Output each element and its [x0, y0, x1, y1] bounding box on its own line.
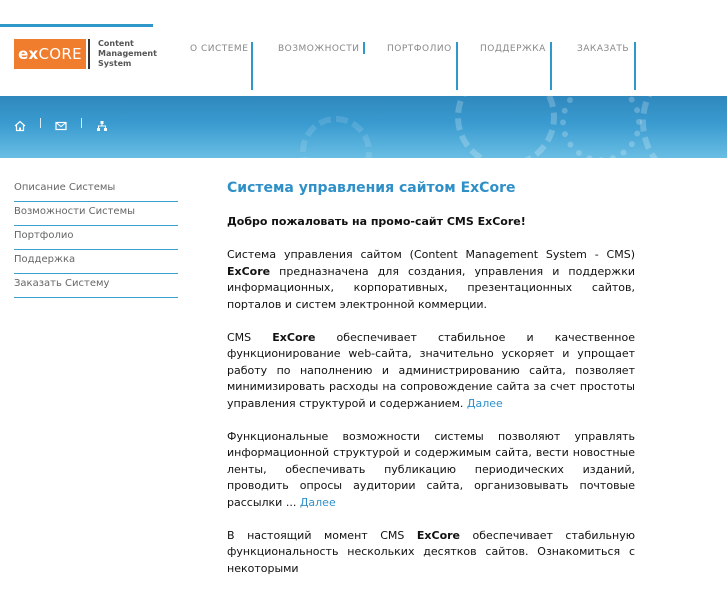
sidebar-item-description[interactable]: Описание Системы	[14, 178, 178, 202]
nav-divider	[634, 42, 637, 90]
welcome-text: Добро пожаловать на промо-сайт CMS ExCor…	[227, 215, 526, 228]
mail-icon[interactable]	[55, 117, 67, 131]
header-banner	[0, 96, 727, 158]
banner-quick-icons	[14, 117, 108, 132]
icon-divider	[81, 118, 82, 128]
banner-gear-decoration	[300, 116, 372, 158]
intro-paragraph: Система управления сайтом (Content Manag…	[227, 248, 635, 311]
sitemap-icon[interactable]	[96, 117, 108, 131]
nav-item-order[interactable]: ЗАКАЗАТЬ	[577, 38, 637, 90]
icon-divider	[40, 118, 41, 128]
features-paragraph: Функциональные возможности системы позво…	[227, 429, 635, 509]
sidebar-item-features[interactable]: Возможности Системы	[14, 202, 178, 226]
nav-divider	[549, 42, 552, 90]
nav-divider	[363, 42, 366, 54]
main-content: Система управления сайтом ExCore Добро п…	[227, 180, 635, 594]
sidebar-item-support[interactable]: Поддержка	[14, 250, 178, 274]
current-status-paragraph: В настоящий момент CMS ExCore обеспечива…	[227, 528, 636, 575]
nav-item-portfolio[interactable]: ПОРТФОЛИО	[387, 38, 458, 90]
sidebar-item-portfolio[interactable]: Портфолио	[14, 226, 178, 250]
benefits-paragraph: CMS ExCore обеспечивает стабильное и кач…	[227, 330, 636, 410]
nav-divider	[251, 42, 254, 90]
nav-divider	[455, 42, 458, 90]
page-title: Система управления сайтом ExCore	[227, 180, 516, 196]
nav-item-about[interactable]: О СИСТЕМЕ	[190, 38, 254, 90]
nav-item-support[interactable]: ПОДДЕРЖКА	[480, 38, 552, 90]
banner-gear-decoration	[455, 96, 557, 158]
banner-gear-decoration	[640, 96, 727, 158]
sidebar-item-order[interactable]: Заказать Систему	[14, 274, 178, 298]
more-link[interactable]: Далее	[467, 397, 503, 410]
banner-gear-decoration	[560, 96, 642, 158]
nav-item-features[interactable]: ВОЗМОЖНОСТИ	[278, 38, 366, 90]
sidebar-nav: Описание Системы Возможности Системы Пор…	[14, 178, 178, 298]
more-link[interactable]: Далее	[300, 496, 336, 509]
top-accent-bar	[0, 24, 153, 27]
main-nav: О СИСТЕМЕ ВОЗМОЖНОСТИ ПОРТФОЛИО ПОДДЕРЖК…	[0, 38, 727, 96]
home-icon[interactable]	[14, 117, 26, 132]
